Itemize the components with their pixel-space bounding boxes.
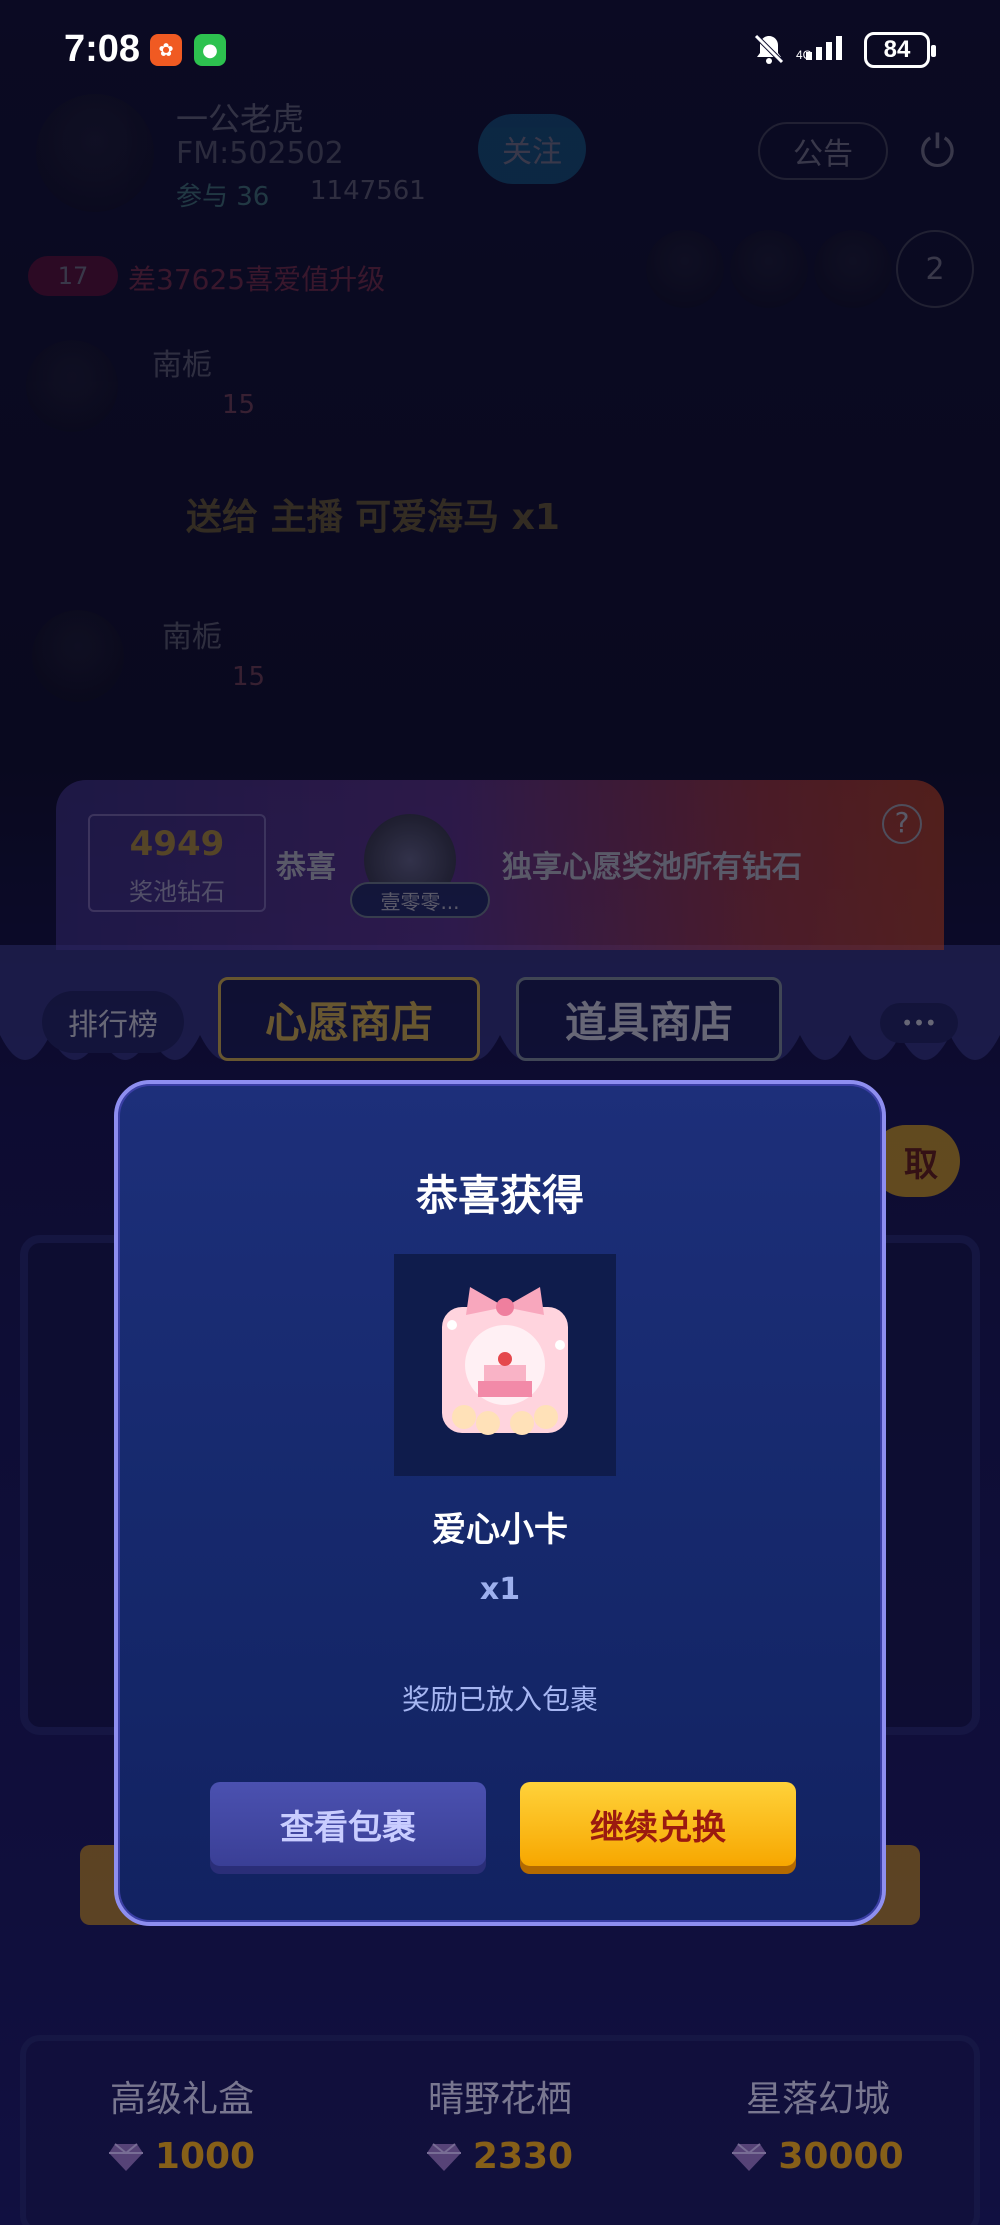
prize-name: 爱心小卡 — [432, 1510, 568, 1550]
battery-indicator: 84 — [864, 32, 936, 68]
continue-exchange-button[interactable]: 继续兑换 — [520, 1782, 796, 1866]
prize-note: 奖励已放入包裹 — [401, 1683, 598, 1716]
prize-quantity: x1 — [479, 1572, 521, 1607]
status-bar: 7:08 ✿ ● 4G 84 — [0, 0, 1000, 100]
qq-music-badge-icon: ✿ — [150, 34, 182, 66]
wechat-badge-icon: ● — [194, 34, 226, 66]
svg-text:4G: 4G — [796, 48, 812, 62]
mute-bell-icon — [752, 32, 786, 74]
dialog-title: 恭喜获得 — [415, 1171, 584, 1220]
app-screen: 7:08 ✿ ● 4G 84 一公老虎 FM:502502 参与 36 1147… — [0, 0, 1000, 2225]
reward-dialog: 恭喜获得 爱心小卡 x1 奖励已放入包裹 查看包裹 继续兑换 — [114, 1080, 886, 1926]
status-time: 7:08 — [64, 28, 141, 70]
signal-icon: 4G — [796, 32, 854, 70]
view-backpack-button[interactable]: 查看包裹 — [210, 1782, 486, 1866]
prize-card-image — [442, 1287, 568, 1435]
prize-image-frame — [394, 1254, 616, 1476]
